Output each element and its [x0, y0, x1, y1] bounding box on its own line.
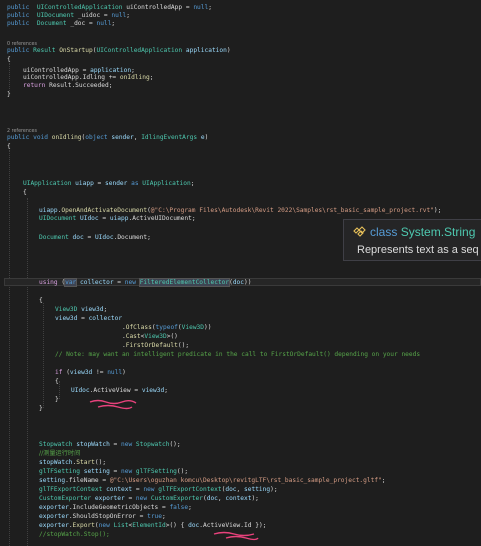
code-line: public UIDocument _uidoc = null;: [7, 12, 131, 19]
code-line: setting.fileName = @"C:\Users\oguzhan ko…: [39, 477, 386, 484]
code-editor[interactable]: public UIControlledApplication uiControl…: [0, 0, 481, 546]
code-line-current[interactable]: using (var collector = new FilteredEleme…: [39, 278, 251, 287]
code-line: UIDocument UIdoc = uiapp.ActiveUIDocumen…: [39, 215, 196, 222]
code-line: .FirstOrDefault();: [122, 342, 190, 349]
code-line: {: [23, 189, 27, 196]
code-line: uiControlledApp = application;: [23, 67, 135, 74]
code-line: Stopwatch stopWatch = new Stopwatch();: [39, 441, 181, 448]
indent-guide: [27, 198, 28, 546]
code-line: stopWatch.Start();: [39, 459, 107, 466]
error-squiggle: [89, 399, 137, 410]
code-line: }: [55, 396, 59, 403]
code-line: public Document _doc = null;: [7, 20, 116, 27]
code-line: .Cast<View3D>(): [122, 333, 178, 340]
code-line: CustomExporter exporter = new CustomExpo…: [39, 495, 259, 502]
indent-guide: [9, 150, 10, 546]
code-line: {: [7, 143, 11, 150]
tooltip-keyword: class: [370, 225, 398, 239]
indent-guide: [59, 381, 60, 399]
code-line: UIdoc.ActiveView = view3d;: [71, 387, 168, 394]
code-line: }: [7, 91, 11, 98]
code-line: glTFSetting setting = new glTFSetting();: [39, 468, 189, 475]
code-line: uiControlledApp.Idling += onIdling;: [23, 74, 154, 81]
code-line: exporter.ShouldStopOnError = true;: [39, 513, 166, 520]
code-line: public UIControlledApplication uiControl…: [7, 4, 212, 11]
indent-guide: [9, 63, 10, 93]
tooltip-signature: class System.String: [353, 225, 475, 239]
code-line: UIApplication uiapp = sender as UIApplic…: [23, 180, 195, 187]
code-line: exporter.Export(new List<ElementId>() { …: [39, 522, 267, 529]
tooltip-description: Represents text as a seq: [357, 244, 479, 256]
code-line: .OfClass(typeof(View3D)): [122, 324, 212, 331]
code-line: {: [55, 378, 59, 385]
code-line: {: [39, 297, 43, 304]
error-squiggle: [213, 531, 259, 541]
code-line: public Result OnStartup(UIControlledAppl…: [7, 47, 231, 54]
code-line: public void onIdling(object sender, Idli…: [7, 134, 209, 141]
code-line: }: [39, 405, 43, 412]
class-icon: [353, 226, 366, 237]
code-line: View3D view3d;: [55, 306, 108, 313]
code-comment: //测量运行时间: [39, 450, 81, 457]
quickinfo-tooltip: class System.String Represents text as a…: [343, 219, 481, 261]
code-line: {: [7, 56, 11, 63]
code-line: Document doc = UIdoc.Document;: [39, 234, 151, 241]
code-comment: // Note: may want an intelligent predica…: [55, 351, 421, 358]
code-line: uiapp.OpenAndActivateDocument(@"C:\Progr…: [39, 207, 442, 214]
code-line: exporter.IncludeGeometricObjects = false…: [39, 504, 192, 511]
tooltip-type-name: System.String: [400, 225, 476, 239]
code-line: view3d = collector: [55, 315, 123, 322]
code-comment: //stopWatch.Stop();: [39, 531, 110, 538]
indent-guide: [43, 303, 44, 408]
code-line: if (view3d != null): [55, 369, 126, 376]
code-line: glTFExportContext context = new glTFExpo…: [39, 486, 278, 493]
code-line: return Result.Succeeded;: [23, 82, 113, 89]
